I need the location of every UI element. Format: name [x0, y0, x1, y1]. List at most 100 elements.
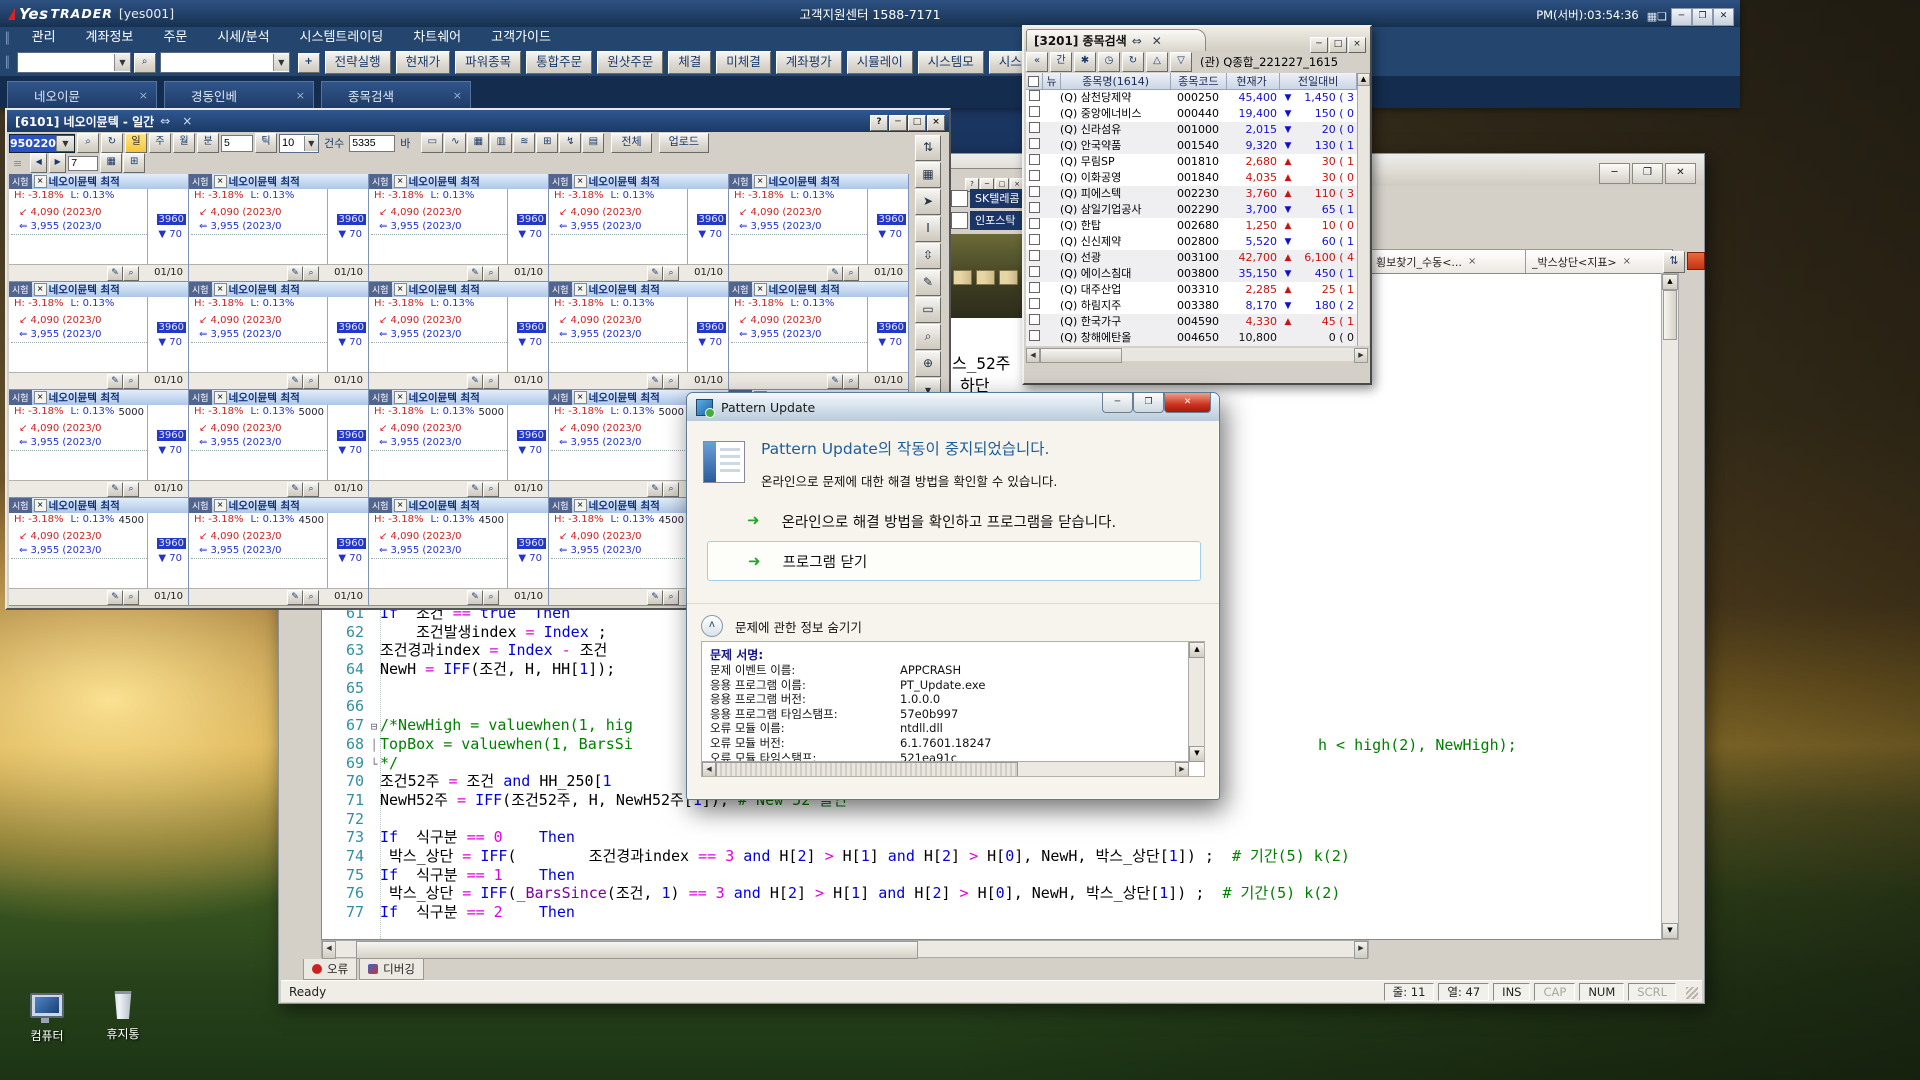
chart-type-icon[interactable]: ⊞	[536, 133, 558, 153]
chart-type-icon[interactable]: ∿	[444, 133, 466, 153]
chart-type-icon[interactable]: ▦	[467, 133, 489, 153]
resize-grip[interactable]	[1686, 987, 1698, 999]
mini-chart-cell[interactable]: 시험×네오이뮨텍 최적5000H: -3.18%L: 0.13%↙ 4,090 …	[9, 390, 189, 498]
search-tool-icon[interactable]: ▽	[1170, 52, 1192, 72]
grid-icon[interactable]: ▦	[1647, 10, 1657, 23]
close-icon[interactable]: ×	[453, 89, 470, 102]
close-icon[interactable]: ×	[394, 175, 407, 188]
editor-vertical-scrollbar[interactable]: ▲ ▼	[1661, 273, 1679, 940]
stock-code-combo[interactable]: ▼	[17, 52, 131, 73]
edit-icon[interactable]: ✎	[647, 590, 663, 605]
details-vertical-scrollbar[interactable]: ▲ ▼	[1188, 642, 1204, 762]
toolbar-button-시뮬레이[interactable]: 시뮬레이	[847, 51, 913, 74]
close-icon[interactable]: ×	[139, 89, 156, 102]
edit-icon[interactable]: ✎	[827, 374, 843, 389]
close-icon[interactable]: ×	[214, 499, 227, 512]
close-icon[interactable]: ×	[214, 175, 227, 188]
tab-경동인베[interactable]: 경동인베×	[164, 81, 314, 108]
zoom-icon[interactable]: ⌕	[663, 482, 679, 497]
edit-icon[interactable]: ✎	[107, 266, 123, 281]
menu-item-주문[interactable]: 주문	[148, 27, 202, 49]
row-checkbox[interactable]	[1029, 234, 1040, 245]
edit-icon[interactable]: ✎	[467, 266, 483, 281]
close-icon[interactable]: ×	[1468, 256, 1476, 267]
row-checkbox[interactable]	[1029, 154, 1040, 165]
page-input[interactable]	[68, 156, 98, 171]
editor-tab[interactable]: 횡보찾기_수동<...×	[1369, 249, 1535, 274]
layout-grid-icon[interactable]: ⊞	[123, 153, 145, 173]
scroll-down-icon[interactable]: ▼	[1189, 746, 1205, 762]
tick-button[interactable]: 틱	[255, 133, 277, 153]
table-vertical-scrollbar[interactable]: ▲	[1357, 73, 1369, 346]
search-tool-icon[interactable]: ✱	[1074, 52, 1096, 72]
edit-icon[interactable]: ✎	[287, 482, 303, 497]
minimize-button[interactable]: ─	[1671, 8, 1692, 26]
close-icon[interactable]: ×	[1623, 256, 1631, 267]
row-checkbox[interactable]	[1029, 298, 1040, 309]
link-icon[interactable]: ⇔	[160, 114, 170, 128]
zoom-icon[interactable]: ⌕	[303, 374, 319, 389]
zoom-icon[interactable]: ⌕	[303, 590, 319, 605]
edit-icon[interactable]: ✎	[467, 590, 483, 605]
screen-input[interactable]	[161, 55, 273, 71]
search-tool-icon[interactable]: ↻	[1122, 52, 1144, 72]
edit-icon[interactable]: ✎	[467, 374, 483, 389]
link-icon[interactable]: ⇔	[1132, 34, 1142, 48]
zoom-icon[interactable]: ⌕	[123, 266, 139, 281]
zoom-icon[interactable]: ⌕	[303, 482, 319, 497]
row-checkbox[interactable]	[1029, 314, 1040, 325]
chevron-down-icon[interactable]: ▼	[114, 54, 129, 71]
zoom-icon[interactable]: ⌕	[483, 266, 499, 281]
toolbar-button-시스템모[interactable]: 시스템모	[918, 51, 984, 74]
editor-horizontal-scrollbar[interactable]: ◀ ▶	[321, 940, 1369, 958]
maximize-button[interactable]: □	[908, 115, 926, 131]
close-button[interactable]: ✕	[1164, 393, 1211, 413]
search-tool-icon[interactable]: ◷	[1098, 52, 1120, 72]
refresh-icon[interactable]: ↻	[101, 133, 123, 153]
close-icon[interactable]: ×	[34, 499, 47, 512]
zoom-icon[interactable]: ⌕	[663, 266, 679, 281]
zoom-icon[interactable]: ⌕	[483, 590, 499, 605]
table-row[interactable]: (Q) 창해에탄올00465010,8000 ( 0	[1026, 330, 1357, 346]
zoom-icon[interactable]: ⌕	[843, 266, 859, 281]
menu-item-시세/분석[interactable]: 시세/분석	[202, 27, 284, 49]
layout-grid-icon[interactable]: ▦	[100, 153, 122, 173]
sort-icon[interactable]: ⇅	[1663, 251, 1685, 273]
tab-오류[interactable]: 오류	[303, 959, 357, 980]
chart-type-icon[interactable]: ▤	[582, 133, 604, 153]
zoom-icon[interactable]: ⌕	[123, 590, 139, 605]
chart-type-icon[interactable]: ▭	[421, 133, 443, 153]
chevron-down-icon[interactable]: ▼	[304, 136, 318, 151]
chart-tool-icon[interactable]: ➤	[915, 189, 941, 215]
edit-icon[interactable]: ✎	[287, 266, 303, 281]
edit-icon[interactable]: ✎	[647, 374, 663, 389]
row-checkbox[interactable]	[1029, 90, 1040, 101]
toolbar-button-체결[interactable]: 체결	[668, 51, 711, 74]
chevron-down-icon[interactable]: ▼	[56, 136, 74, 151]
zoom-icon[interactable]: ⌕	[663, 374, 679, 389]
maximize-button[interactable]: ❐	[1133, 393, 1164, 413]
scroll-up-icon[interactable]: ▲	[1189, 642, 1205, 658]
row-checkbox[interactable]	[1029, 282, 1040, 293]
toolbar-button-계좌평가[interactable]: 계좌평가	[776, 51, 842, 74]
close-icon[interactable]: ×	[34, 391, 47, 404]
prev-page-button[interactable]: ◀	[30, 153, 47, 173]
row-checkbox[interactable]	[1029, 106, 1040, 117]
row-checkbox[interactable]	[1029, 218, 1040, 229]
minute-input[interactable]	[221, 135, 253, 152]
search-button[interactable]: ⌕	[134, 53, 156, 73]
mini-chart-cell[interactable]: 시험×네오이뮨텍 최적5000H: -3.18%L: 0.13%↙ 4,090 …	[369, 390, 549, 498]
table-row[interactable]: (Q) 피에스텍0022303,760▲110 ( 3	[1026, 186, 1357, 202]
row-checkbox[interactable]	[1029, 122, 1040, 133]
table-row[interactable]: (Q) 에이스침대00380035,150▼450 ( 1	[1026, 266, 1357, 282]
scroll-thumb[interactable]	[1040, 348, 1122, 363]
tab-네오이뮨[interactable]: 네오이뮨×	[7, 81, 157, 108]
upload-button[interactable]: 업로드	[659, 133, 709, 153]
zoom-icon[interactable]: ⌕	[123, 482, 139, 497]
chart-tool-icon[interactable]: ⇅	[915, 135, 941, 161]
row-checkbox[interactable]	[1029, 266, 1040, 277]
table-row[interactable]: (Q) 중앙에너비스00044019,400▼150 ( 0	[1026, 106, 1357, 122]
minimize-button[interactable]: ─	[1102, 393, 1133, 413]
close-icon[interactable]: ×	[574, 283, 587, 296]
scroll-thumb[interactable]	[356, 941, 918, 959]
